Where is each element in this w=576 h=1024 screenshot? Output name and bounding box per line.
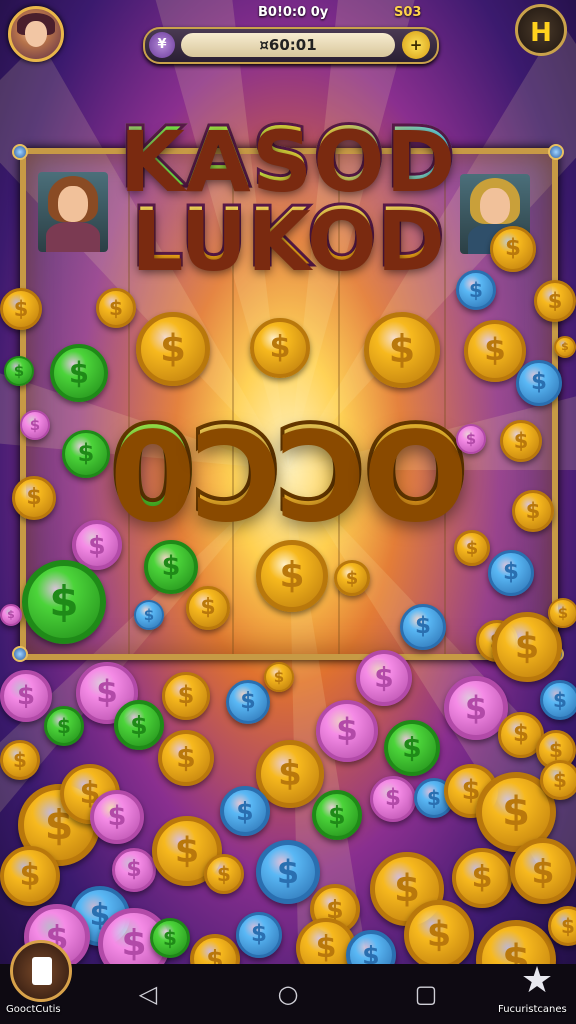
coin: $ [488, 550, 534, 596]
coin: $ [112, 848, 156, 892]
coin: $ [456, 424, 486, 454]
coin: $ [158, 730, 214, 786]
coin: $ [512, 490, 554, 532]
card-collection-button[interactable] [10, 940, 72, 1002]
coin: $ [162, 672, 210, 720]
gem-icon: ¥ [149, 32, 175, 58]
coin: $ [20, 410, 50, 440]
coin: $ [0, 288, 42, 330]
balance-pill: ¥ ¤60:01 + [143, 27, 439, 64]
coin: $ [490, 226, 536, 272]
card-icon [32, 957, 52, 985]
coin: $ [0, 604, 22, 626]
coin: $ [136, 312, 210, 386]
coin: $ [540, 680, 576, 720]
win-digit: 0 [108, 398, 198, 546]
coin: $ [404, 900, 474, 970]
star-icon[interactable]: ★ [516, 960, 558, 1002]
coin: $ [50, 344, 108, 402]
coin: $ [384, 720, 440, 776]
balance-value: ¤60:01 [181, 33, 395, 57]
coin: $ [226, 680, 270, 724]
top-bar: B0!0:0 0y S03 ¥ ¤60:01 + H [0, 0, 576, 80]
coin: $ [370, 776, 416, 822]
coin: $ [312, 790, 362, 840]
frame-corner-gem [12, 646, 28, 662]
coin: $ [452, 848, 512, 908]
coin: $ [356, 650, 412, 706]
win-digit: ϽϽ [192, 398, 367, 546]
coin: $ [316, 700, 378, 762]
back-icon[interactable]: ◁ [132, 980, 164, 1008]
coin: $ [0, 740, 40, 780]
home-icon[interactable]: ○ [272, 980, 304, 1008]
menu-button[interactable]: H [515, 4, 567, 56]
avatar-face [25, 21, 47, 47]
card-collection-label: GooctCutis [6, 1004, 61, 1015]
coin: $ [454, 530, 490, 566]
coin: $ [134, 600, 164, 630]
coin: $ [236, 912, 282, 958]
coin: $ [540, 760, 576, 800]
coin: $ [256, 540, 328, 612]
coin: $ [186, 586, 230, 630]
player-avatar[interactable] [8, 6, 64, 62]
coin: $ [264, 662, 294, 692]
coin: $ [90, 790, 144, 844]
coin: $ [44, 706, 84, 746]
coin: $ [0, 846, 60, 906]
coin: $ [534, 280, 576, 322]
coin: $ [114, 700, 164, 750]
currency-label: S03 [394, 5, 422, 20]
coin: $ [456, 270, 496, 310]
game-title-line2: LUKOD [0, 189, 576, 287]
favorites-label: Fucuristcanes [498, 1004, 567, 1015]
coin: $ [4, 356, 34, 386]
coin: $ [144, 540, 198, 594]
coin: $ [150, 918, 190, 958]
coin: $ [516, 360, 562, 406]
coin: $ [554, 336, 576, 358]
coin: $ [464, 320, 526, 382]
recents-icon[interactable]: ▢ [410, 980, 442, 1008]
coin: $ [0, 670, 52, 722]
add-coins-button[interactable]: + [402, 31, 430, 59]
win-digit: O [361, 398, 470, 546]
coin: $ [250, 318, 310, 378]
coin: $ [22, 560, 106, 644]
coin: $ [96, 288, 136, 328]
coin: $ [204, 854, 244, 894]
coin: $ [62, 430, 110, 478]
balance-label: B0!0:0 0y [258, 5, 329, 20]
coin: $ [364, 312, 440, 388]
coin: $ [12, 476, 56, 520]
coin: $ [256, 840, 320, 904]
coin: $ [334, 560, 370, 596]
coin: $ [500, 420, 542, 462]
coin: $ [510, 838, 576, 904]
coin: $ [220, 786, 270, 836]
android-nav-bar: ◁ ○ ▢ [0, 964, 576, 1024]
coin: $ [400, 604, 446, 650]
coin: $ [548, 598, 576, 628]
